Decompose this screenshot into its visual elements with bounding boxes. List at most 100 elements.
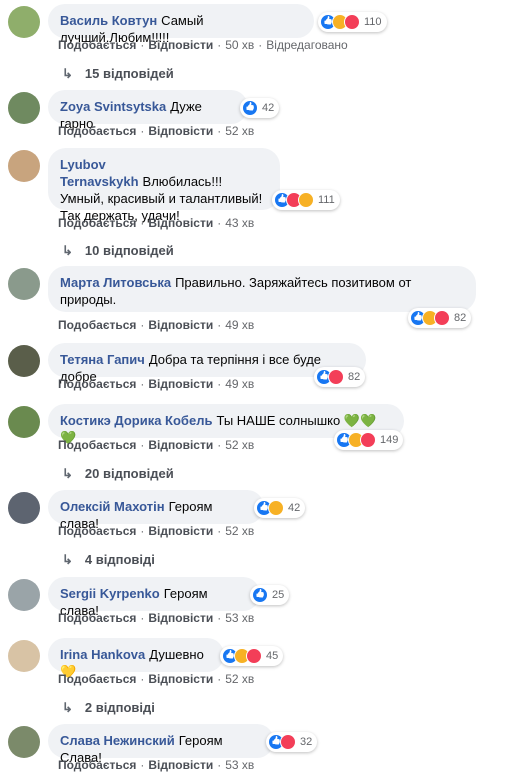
love-reaction-icon xyxy=(344,14,360,30)
like-link[interactable]: Подобається xyxy=(58,318,136,332)
reply-link[interactable]: Відповісти xyxy=(148,216,213,230)
timestamp[interactable]: 52 хв xyxy=(225,524,254,538)
avatar[interactable] xyxy=(8,268,40,300)
reaction-summary[interactable]: 149 xyxy=(334,430,404,450)
reply-link[interactable]: Відповісти xyxy=(148,758,213,772)
reaction-summary[interactable]: 42 xyxy=(254,498,306,518)
comment-bubble: Lyubov Ternavskykh Влюбилась!!! Умный, кр… xyxy=(48,148,280,223)
like-link[interactable]: Подобається xyxy=(58,758,136,772)
reaction-count: 82 xyxy=(348,371,361,383)
comment-meta: Подобається · Відповісти · 49 хв xyxy=(58,377,255,391)
reaction-summary[interactable]: 110 xyxy=(318,12,387,32)
reaction-count: 45 xyxy=(266,650,279,662)
avatar[interactable] xyxy=(8,150,40,182)
reaction-count: 42 xyxy=(288,502,301,514)
comment-meta: Подобається · Відповісти · 53 хв xyxy=(58,758,255,772)
comment-author[interactable]: Олексій Махотін xyxy=(60,499,165,514)
reaction-count: 149 xyxy=(380,434,399,446)
timestamp[interactable]: 52 хв xyxy=(225,124,254,138)
comment-author[interactable]: Василь Ковтун xyxy=(60,13,157,28)
avatar[interactable] xyxy=(8,726,40,758)
comment-author[interactable]: Костикэ Дорика Кобель xyxy=(60,413,212,428)
love-reaction-icon xyxy=(434,310,450,326)
love-reaction-icon xyxy=(280,734,296,750)
reply-link[interactable]: Відповісти xyxy=(148,438,213,452)
reply-link[interactable]: Відповісти xyxy=(148,524,213,538)
reply-link[interactable]: Відповісти xyxy=(148,124,213,138)
like-link[interactable]: Подобається xyxy=(58,438,136,452)
reaction-summary[interactable]: 82 xyxy=(314,367,366,387)
edited-label: Відредаговано xyxy=(266,38,348,52)
comment-bubble: Василь Ковтун Самый лучший.Любим!!!!! xyxy=(48,4,314,45)
comment-meta: Подобається · Відповісти · 50 хв · Відредагова… xyxy=(58,38,348,52)
avatar[interactable] xyxy=(8,492,40,524)
view-replies-link[interactable]: ↳ 15 відповідей xyxy=(62,66,174,82)
comment-meta: Подобається · Відповісти · 53 хв xyxy=(58,611,255,625)
like-reaction-icon xyxy=(252,587,268,603)
comment-author[interactable]: Irina Hankova xyxy=(60,647,145,662)
reaction-summary[interactable]: 45 xyxy=(220,646,284,666)
avatar[interactable] xyxy=(8,579,40,611)
reaction-count: 42 xyxy=(262,102,275,114)
like-link[interactable]: Подобається xyxy=(58,38,136,52)
comment-meta: Подобається · Відповісти · 52 хв xyxy=(58,524,255,538)
love-reaction-icon xyxy=(246,648,262,664)
avatar[interactable] xyxy=(8,92,40,124)
reaction-count: 32 xyxy=(300,736,313,748)
like-link[interactable]: Подобається xyxy=(58,124,136,138)
reaction-count: 111 xyxy=(318,194,335,206)
timestamp[interactable]: 53 хв xyxy=(225,611,254,625)
haha-reaction-icon xyxy=(298,192,314,208)
view-replies-link[interactable]: ↳ 2 відповіді xyxy=(62,700,155,716)
avatar[interactable] xyxy=(8,640,40,672)
like-link[interactable]: Подобається xyxy=(58,611,136,625)
comment-bubble: Слава Нежинский Героям Слава! xyxy=(48,724,274,765)
timestamp[interactable]: 43 хв xyxy=(225,216,254,230)
comment-author[interactable]: Слава Нежинский xyxy=(60,733,175,748)
reaction-summary[interactable]: 111 xyxy=(272,190,340,210)
reply-link[interactable]: Відповісти xyxy=(148,377,213,391)
reply-arrow-icon: ↳ xyxy=(62,700,73,715)
reply-link[interactable]: Відповісти xyxy=(148,318,213,332)
love-reaction-icon xyxy=(328,369,344,385)
comment-author[interactable]: Sergii Kyrpenko xyxy=(60,586,160,601)
comment-bubble: Zoya Svintsytska Дуже гарно xyxy=(48,90,248,131)
reaction-summary[interactable]: 42 xyxy=(240,98,280,118)
reaction-summary[interactable]: 25 xyxy=(250,585,290,605)
view-replies-link[interactable]: ↳ 4 відповіді xyxy=(62,552,155,568)
avatar[interactable] xyxy=(8,406,40,438)
comment-bubble: Irina Hankova Душевно💛 xyxy=(48,638,224,679)
view-replies-link[interactable]: ↳ 10 відповідей xyxy=(62,243,174,259)
reply-link[interactable]: Відповісти xyxy=(148,672,213,686)
timestamp[interactable]: 52 хв xyxy=(225,672,254,686)
comment-author[interactable]: Марта Литовська xyxy=(60,275,171,290)
like-link[interactable]: Подобається xyxy=(58,672,136,686)
avatar[interactable] xyxy=(8,6,40,38)
comment-author[interactable]: Zoya Svintsytska xyxy=(60,99,166,114)
timestamp[interactable]: 50 хв xyxy=(225,38,254,52)
timestamp[interactable]: 52 хв xyxy=(225,438,254,452)
like-link[interactable]: Подобається xyxy=(58,216,136,230)
comment-author[interactable]: Тетяна Гапич xyxy=(60,352,145,367)
reaction-summary[interactable]: 82 xyxy=(408,308,472,328)
comment-meta: Подобається · Відповісти · 52 хв xyxy=(58,438,255,452)
timestamp[interactable]: 49 хв xyxy=(225,377,254,391)
timestamp[interactable]: 53 хв xyxy=(225,758,254,772)
like-link[interactable]: Подобається xyxy=(58,377,136,391)
reaction-count: 110 xyxy=(364,16,382,28)
like-link[interactable]: Подобається xyxy=(58,524,136,538)
avatar[interactable] xyxy=(8,345,40,377)
reaction-summary[interactable]: 32 xyxy=(266,732,318,752)
comment-meta: Подобається · Відповісти · 52 хв xyxy=(58,124,255,138)
reply-arrow-icon: ↳ xyxy=(62,66,73,81)
timestamp[interactable]: 49 хв xyxy=(225,318,254,332)
comment-author[interactable]: Lyubov Ternavskykh xyxy=(60,157,139,189)
reply-link[interactable]: Відповісти xyxy=(148,38,213,52)
comment-bubble: Sergii Kyrpenko Героям слава! xyxy=(48,577,260,618)
reply-arrow-icon: ↳ xyxy=(62,466,73,481)
reply-arrow-icon: ↳ xyxy=(62,243,73,258)
comment-bubble: Олексій Махотін Героям слава! xyxy=(48,490,264,531)
view-replies-link[interactable]: ↳ 20 відповідей xyxy=(62,466,174,482)
haha-reaction-icon xyxy=(268,500,284,516)
reply-link[interactable]: Відповісти xyxy=(148,611,213,625)
